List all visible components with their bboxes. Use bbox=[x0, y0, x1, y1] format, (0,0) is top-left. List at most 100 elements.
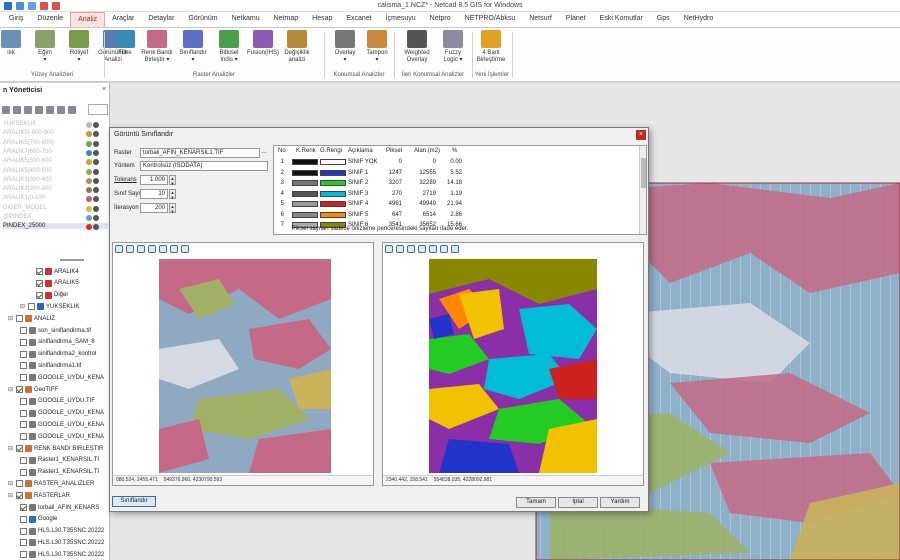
add-icon[interactable] bbox=[2, 106, 10, 114]
tree-node[interactable]: GOOGLE_UYDU.TIF bbox=[20, 397, 95, 405]
table-column-header[interactable]: No bbox=[278, 146, 286, 156]
layer-status-icon[interactable] bbox=[86, 149, 92, 156]
table-column-header[interactable]: Açıklama bbox=[348, 146, 373, 156]
tree-node[interactable]: HLS.L30.T35SNC.20222 bbox=[20, 539, 104, 547]
visibility-checkbox[interactable] bbox=[16, 445, 23, 452]
layer-status-icons[interactable] bbox=[86, 149, 99, 156]
expand-icon[interactable]: ⊟ bbox=[8, 315, 14, 322]
layer-item[interactable]: ARALIK7(600-700 bbox=[3, 149, 52, 155]
display-color-swatch[interactable] bbox=[320, 169, 346, 176]
visibility-checkbox[interactable] bbox=[20, 527, 27, 535]
layer-status-icon[interactable] bbox=[93, 159, 99, 166]
visibility-checkbox[interactable] bbox=[16, 386, 23, 393]
original-preview-pane[interactable]: 080.524, 2455.471 549376.960, 4230790.59… bbox=[112, 242, 374, 486]
zoom-out-icon[interactable] bbox=[137, 245, 145, 253]
ribbon-button-0[interactable]: ılık bbox=[0, 30, 28, 57]
tree-node[interactable]: siniflandirma_SAM_8 bbox=[20, 338, 95, 346]
table-row[interactable]: 4 SINIF 3 270 2719 1.19 bbox=[274, 190, 639, 199]
layer-status-icon[interactable] bbox=[93, 215, 99, 221]
ribbon-button-10[interactable]: Overlay ▾ bbox=[328, 30, 362, 64]
table-row[interactable]: 3 SINIF 2 3207 32289 14.18 bbox=[274, 179, 639, 188]
layer-item[interactable]: ARALIK5(400-500 bbox=[3, 168, 52, 174]
tree-node[interactable]: GOOGLE_UYDU_KENA bbox=[20, 433, 104, 441]
tree-node[interactable]: Raster1_KENARSIL.TI bbox=[20, 468, 99, 476]
expand-icon[interactable]: ⊟ bbox=[8, 386, 14, 393]
layer-status-icons[interactable] bbox=[86, 196, 99, 203]
visibility-checkbox[interactable] bbox=[16, 480, 23, 488]
ribbon-button-2[interactable]: Röliyef ▾ bbox=[62, 30, 96, 64]
layer-item[interactable]: YUKSEKLIK bbox=[3, 121, 36, 127]
zoom-extent-icon[interactable] bbox=[429, 245, 437, 253]
raster-browse-icon[interactable]: … bbox=[261, 149, 267, 155]
layer-status-icons[interactable] bbox=[86, 187, 99, 194]
menu-tab-16[interactable]: Gps bbox=[650, 12, 677, 27]
tree-node[interactable]: siniflandirma1.tif bbox=[20, 362, 81, 370]
menu-tab-6[interactable]: Netkamu bbox=[225, 12, 267, 27]
layer-item[interactable]: ARALIK5(700-800) bbox=[3, 140, 54, 146]
class-table[interactable]: No K.Renk G.Rengi Açıklama Piksel Alan (m2)% … bbox=[273, 145, 647, 235]
layer-status-icon[interactable] bbox=[93, 149, 99, 156]
method-select[interactable]: Kontrolsüz (ISODATA) bbox=[140, 161, 268, 171]
tree-node[interactable]: ⊟ RASTERLAR bbox=[8, 492, 70, 500]
layer-status-icon[interactable] bbox=[93, 205, 99, 212]
cancel-button[interactable]: İptal bbox=[558, 497, 598, 508]
menu-tab-17[interactable]: NetHydro bbox=[677, 12, 721, 27]
layer-status-icon[interactable] bbox=[86, 205, 92, 212]
layer-item[interactable]: ARALIK3(300-400 bbox=[3, 177, 52, 183]
table-row[interactable]: 1 SINIF YOK 0 0 0.00 bbox=[274, 158, 639, 167]
menu-tab-1[interactable]: Düzenle bbox=[30, 12, 70, 27]
source-color-swatch[interactable] bbox=[292, 180, 318, 186]
menu-tab-9[interactable]: Excanet bbox=[339, 12, 378, 27]
layer-status-icon[interactable] bbox=[86, 224, 92, 231]
remove-icon[interactable] bbox=[13, 106, 21, 114]
layer-status-icon[interactable] bbox=[93, 177, 99, 184]
layer-status-icon[interactable] bbox=[86, 196, 92, 203]
menu-tab-13[interactable]: Netsurf bbox=[522, 12, 559, 27]
folder-icon[interactable] bbox=[68, 106, 76, 114]
refresh-icon[interactable] bbox=[451, 245, 459, 253]
layer-item[interactable]: ARALIK5(500-600 bbox=[3, 158, 52, 164]
table-column-header[interactable]: Piksel bbox=[386, 146, 402, 156]
iteration-spinner[interactable]: ▲ ▼ bbox=[169, 203, 176, 214]
visibility-checkbox[interactable] bbox=[36, 291, 43, 299]
source-color-swatch[interactable] bbox=[292, 211, 318, 218]
pan-icon[interactable] bbox=[385, 245, 393, 253]
layer-status-icons[interactable] bbox=[86, 224, 99, 231]
menu-tab-5[interactable]: Görünüm bbox=[181, 12, 224, 27]
table-scrollbar[interactable] bbox=[639, 146, 646, 234]
table-column-header[interactable]: % bbox=[452, 146, 457, 156]
menu-tab-12[interactable]: NETPRO/Abksu bbox=[458, 12, 523, 27]
tree-node[interactable]: ⊟ YUKSEKLIK bbox=[20, 303, 79, 311]
layer-item[interactable]: DIGER_MODEL bbox=[3, 205, 47, 211]
ok-button[interactable]: Tamam bbox=[516, 497, 556, 508]
visibility-checkbox[interactable] bbox=[20, 421, 27, 429]
zoom-window-icon[interactable] bbox=[418, 245, 426, 253]
tree-node[interactable]: GOOGLE_UYDU_KENA bbox=[20, 409, 104, 417]
layer-item[interactable]: ARALIK2(200-300 bbox=[3, 186, 52, 192]
splitter-handle[interactable] bbox=[60, 259, 84, 261]
ribbon-button-6[interactable]: Sınıflandır ▾ bbox=[176, 30, 210, 64]
menu-tab-7[interactable]: Netmap bbox=[267, 12, 306, 27]
display-color-swatch[interactable] bbox=[320, 159, 346, 165]
layer-status-icon[interactable] bbox=[93, 224, 99, 231]
refresh-icon[interactable] bbox=[181, 245, 189, 253]
layer-status-icon[interactable] bbox=[86, 159, 92, 166]
expand-icon[interactable]: ⊟ bbox=[8, 480, 14, 487]
tree-node[interactable]: ⊟ ANALIZ bbox=[8, 315, 55, 323]
zoom-in-icon[interactable] bbox=[396, 245, 404, 253]
tree-node[interactable]: HLS.L30.T35SNC.20222 bbox=[20, 551, 104, 559]
layer-status-icon[interactable] bbox=[93, 187, 99, 194]
ribbon-button-14[interactable]: 4 Bant Birleştirme bbox=[474, 30, 508, 64]
layers-icon[interactable] bbox=[24, 106, 32, 114]
tree-node[interactable]: son_siniflandirma.tif bbox=[20, 327, 91, 334]
zoom-extent-icon[interactable] bbox=[159, 245, 167, 253]
tree-node[interactable]: ⊟ RASTER_ANALIZLER bbox=[8, 480, 94, 488]
layer-status-icon[interactable] bbox=[93, 196, 99, 203]
layer-status-icon[interactable] bbox=[86, 131, 92, 138]
zoom-window-icon[interactable] bbox=[148, 245, 156, 253]
tree-node[interactable]: Diğer bbox=[36, 291, 68, 299]
visibility-checkbox[interactable] bbox=[20, 397, 27, 405]
layer-status-icons[interactable] bbox=[86, 177, 99, 184]
layer-status-icons[interactable] bbox=[86, 205, 99, 212]
layer-status-icon[interactable] bbox=[86, 168, 92, 175]
